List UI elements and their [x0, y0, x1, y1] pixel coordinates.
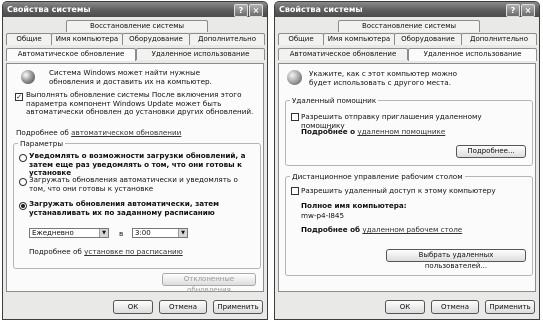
tab-strip: Восстановление системы Общие Имя компьют…: [278, 20, 537, 62]
assistance-more: Подробнее о удаленном помощнике: [301, 127, 445, 136]
auto-install-label: Загружать обновления автоматически, зате…: [29, 199, 220, 217]
remote-desktop-more: Подробнее об удаленном рабочем столе: [301, 225, 462, 234]
tab-hardware[interactable]: Оборудование: [122, 33, 190, 45]
close-button[interactable]: ×: [249, 4, 263, 17]
cancel-button[interactable]: Отмена: [431, 300, 479, 314]
ok-button[interactable]: ОК: [385, 300, 425, 314]
remote-assistance-legend: Удаленный помощник: [290, 96, 379, 105]
schedule-link[interactable]: установке по расписанию: [84, 247, 183, 256]
tab-computer-name[interactable]: Имя компьютера: [51, 33, 123, 45]
remote-desktop-checkbox[interactable]: [291, 187, 299, 195]
tab-advanced[interactable]: Дополнительно: [189, 33, 265, 45]
title-bar[interactable]: Свойства системы ? ×: [275, 2, 539, 17]
schedule-in-label: в: [119, 229, 124, 238]
title-bar[interactable]: Свойства системы ? ×: [3, 2, 267, 17]
schedule-more-prefix: Подробнее об: [29, 247, 82, 256]
more-about-schedule: Подробнее об установке по расписанию: [29, 247, 183, 256]
tab-general[interactable]: Общие: [6, 33, 52, 45]
tab-general[interactable]: Общие: [278, 33, 324, 45]
automatic-updates-panel: Система Windows может найти нужные обнов…: [6, 63, 264, 294]
notify-download-label: Уведомлять о возможности загрузки обновл…: [29, 151, 246, 177]
auto-install-radio[interactable]: [19, 202, 27, 210]
window-title: Свойства системы: [7, 5, 91, 14]
full-name-label: Полное имя компьютера:: [301, 201, 407, 210]
assistance-checkbox[interactable]: [291, 113, 299, 121]
auto-update-link[interactable]: автоматическом обновлении: [71, 128, 181, 137]
tab-hardware[interactable]: Оборудование: [394, 33, 462, 45]
more-about-updates: Подробнее об автоматическом обновлении: [16, 128, 181, 137]
settings-legend: Параметры: [18, 139, 66, 148]
advanced-button[interactable]: Подробнее...: [456, 145, 526, 158]
tab-automatic-updates[interactable]: Автоматическое обновление: [6, 48, 136, 61]
assistance-more-prefix: Подробнее о: [301, 127, 356, 136]
tab-system-restore[interactable]: Восстановление системы: [338, 20, 480, 32]
ok-button[interactable]: ОК: [113, 300, 153, 314]
tab-remote[interactable]: Удаленное использование: [408, 48, 537, 61]
tab-remote[interactable]: Удаленное использование: [136, 48, 265, 60]
chevron-down-icon: ▼: [178, 229, 187, 237]
tab-strip: Восстановление системы Общие Имя компьют…: [6, 20, 265, 62]
schedule-day-select[interactable]: Ежедневно ▼: [29, 228, 109, 238]
tab-automatic-updates[interactable]: Автоматическое обновление: [278, 48, 408, 60]
tab-system-restore[interactable]: Восстановление системы: [66, 20, 208, 32]
notify-download-radio[interactable]: [19, 154, 27, 162]
tab-computer-name[interactable]: Имя компьютера: [323, 33, 395, 45]
select-users-button[interactable]: Выбрать удаленных пользователей...: [386, 249, 526, 270]
more-about-prefix: Подробнее об: [16, 128, 69, 137]
keep-updated-label: Выполнять обновление системы После включ…: [26, 90, 254, 116]
remote-desktop-link[interactable]: удаленном рабочем столе: [362, 225, 462, 234]
help-button[interactable]: ?: [506, 4, 520, 17]
chevron-down-icon: ▼: [99, 229, 108, 237]
help-button[interactable]: ?: [234, 4, 248, 17]
assistance-link[interactable]: удаленном помощнике: [357, 127, 445, 136]
system-properties-window-right: Свойства системы ? × Восстановление сист…: [274, 1, 540, 320]
remote-panel: Укажите, как с этот компьютер можно буде…: [278, 63, 536, 292]
keep-updated-checkbox[interactable]: ✓: [15, 93, 23, 101]
close-button[interactable]: ×: [521, 4, 535, 17]
apply-button[interactable]: Применить: [213, 300, 263, 314]
intro-text: Укажите, как с этот компьютер можно буде…: [309, 69, 458, 87]
remote-assistance-group: Удаленный помощник Разрешить отправку пр…: [285, 96, 533, 166]
schedule-time-select[interactable]: 3:00 ▼: [132, 228, 188, 238]
schedule-day-value: Ежедневно: [32, 229, 74, 237]
windows-shield-icon: [21, 70, 35, 84]
download-notify-label: Загружать обновления автоматически и уве…: [29, 175, 238, 193]
desktop-more-prefix: Подробнее об: [301, 225, 361, 234]
settings-group: Параметры Уведомлять о возможности загру…: [13, 139, 261, 269]
apply-button[interactable]: Применить: [485, 300, 535, 314]
download-notify-radio[interactable]: [19, 178, 27, 186]
remote-desktop-legend: Дистанционное управление рабочим столом: [290, 172, 465, 181]
tab-advanced[interactable]: Дополнительно: [461, 33, 537, 45]
full-name-value: mw-p4-I845: [301, 211, 345, 220]
cancel-button[interactable]: Отмена: [159, 300, 207, 314]
remote-desktop-checkbox-label: Разрешить удаленный доступ к этому компь…: [301, 186, 496, 195]
intro-text: Система Windows может найти нужные обнов…: [49, 68, 212, 86]
window-title: Свойства системы: [279, 5, 363, 14]
schedule-time-value: 3:00: [135, 229, 151, 237]
globe-remote-icon: [287, 70, 302, 85]
system-properties-window-left: Свойства системы ? × Восстановление сист…: [2, 1, 268, 320]
remote-desktop-group: Дистанционное управление рабочим столом …: [285, 172, 533, 276]
declined-updates-button[interactable]: Отклоненные обновления: [162, 273, 256, 294]
